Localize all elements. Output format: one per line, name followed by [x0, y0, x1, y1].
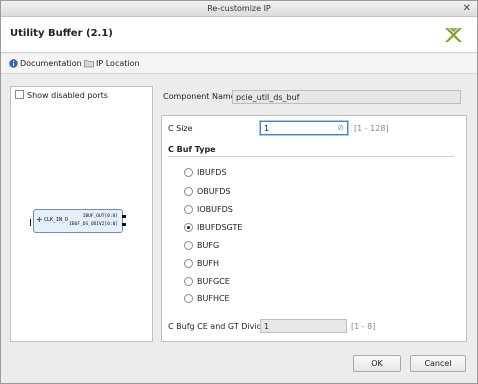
- radio-button[interactable]: [184, 259, 193, 268]
- c-size-input[interactable]: 1 ⊘: [260, 121, 348, 135]
- radio-ibufds[interactable]: IBUFDS: [184, 168, 227, 177]
- radio-obufds[interactable]: OBUFDS: [184, 187, 230, 196]
- radio-button[interactable]: [184, 241, 193, 250]
- radio-button-selected[interactable]: [184, 223, 193, 232]
- output-pin: [122, 215, 126, 218]
- radio-label: BUFHCE: [197, 294, 230, 303]
- radio-label: OBUFDS: [197, 187, 231, 196]
- radio-label: BUFG: [197, 241, 220, 250]
- section-divider: [168, 156, 454, 157]
- ip-location-link[interactable]: IP Location: [84, 59, 140, 70]
- show-disabled-ports-checkbox[interactable]: Show disabled ports: [15, 90, 108, 100]
- re-customize-ip-dialog: Re-customize IP ✕ Utility Buffer (2.1) D…: [0, 0, 478, 384]
- folder-icon: [84, 59, 94, 70]
- title-bar[interactable]: Re-customize IP ✕: [1, 1, 477, 17]
- c-buf-type-title: C Buf Type: [168, 145, 216, 154]
- c-bufg-ce-gt-divide-label: C Bufg CE and GT Divide: [168, 322, 267, 331]
- radio-bufhce[interactable]: BUFHCE: [184, 294, 230, 303]
- radio-bufh[interactable]: BUFH: [184, 259, 219, 268]
- ip-symbol-block[interactable]: + CLK_IN_D IBUF_OUT[0:0] IBUF_DS_ODIV2[0…: [30, 209, 126, 233]
- ip-location-label: IP Location: [96, 59, 140, 68]
- expand-port-icon[interactable]: +: [36, 216, 43, 224]
- radio-label: BUFH: [197, 259, 219, 268]
- output-pin: [122, 223, 126, 226]
- radio-label: IBUFDSGTE: [197, 223, 243, 232]
- component-name-field[interactable]: pcie_util_ds_buf: [232, 90, 461, 104]
- c-bufg-ce-gt-divide-field[interactable]: 1: [260, 319, 347, 333]
- input-pin: [30, 219, 33, 226]
- radio-button[interactable]: [184, 277, 193, 286]
- radio-label: IBUFDS: [197, 168, 227, 177]
- close-icon[interactable]: ✕: [463, 3, 471, 15]
- c-size-label: C Size: [168, 124, 193, 133]
- c-bufg-ce-gt-divide-range: [1 - 8]: [351, 322, 376, 331]
- cancel-button[interactable]: Cancel: [410, 355, 466, 372]
- symbol-panel: Show disabled ports + CLK_IN_D IBUF_OUT[…: [10, 86, 153, 342]
- documentation-label: Documentation: [20, 59, 82, 68]
- radio-bufgce[interactable]: BUFGCE: [184, 277, 230, 286]
- output-port-label: IBUF_OUT[0:0]: [82, 214, 118, 219]
- ok-button[interactable]: OK: [353, 355, 401, 372]
- c-size-range: [1 - 128]: [354, 124, 389, 133]
- radio-label: IOBUFDS: [197, 205, 233, 214]
- show-disabled-ports-label: Show disabled ports: [27, 91, 108, 100]
- input-port-label: CLK_IN_D: [44, 217, 69, 223]
- xilinx-logo-icon: [445, 28, 462, 42]
- window-title: Re-customize IP: [207, 4, 271, 13]
- radio-ibufdsgte[interactable]: IBUFDSGTE: [184, 223, 242, 232]
- radio-label: BUFGCE: [197, 277, 230, 286]
- radio-iobufds[interactable]: IOBUFDS: [184, 205, 233, 214]
- parameters-panel: C Size 1 ⊘ [1 - 128] C Buf Type IBUFDS O…: [161, 115, 467, 342]
- ip-title: Utility Buffer (2.1): [10, 28, 113, 39]
- radio-button[interactable]: [184, 168, 193, 177]
- link-bar: Documentation IP Location: [1, 54, 477, 74]
- checkbox-box[interactable]: [15, 90, 24, 99]
- c-size-value: 1: [264, 124, 270, 133]
- documentation-link[interactable]: Documentation: [9, 59, 82, 70]
- ip-header: Utility Buffer (2.1): [1, 17, 477, 53]
- radio-button[interactable]: [184, 205, 193, 214]
- radio-button[interactable]: [184, 187, 193, 196]
- radio-bufg[interactable]: BUFG: [184, 241, 219, 250]
- radio-button[interactable]: [184, 294, 193, 303]
- component-name-label: Component Name: [163, 92, 236, 101]
- clear-icon[interactable]: ⊘: [337, 123, 344, 132]
- info-icon: [9, 59, 18, 70]
- output-port-label: IBUF_DS_ODIV2[0:0]: [69, 222, 118, 227]
